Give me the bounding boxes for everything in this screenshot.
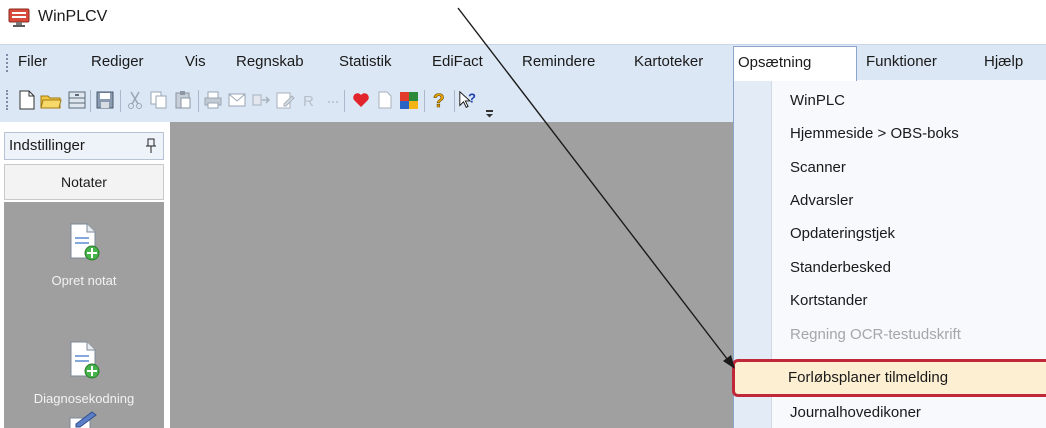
- cabinet-icon[interactable]: [66, 89, 88, 111]
- svg-text:R: R: [303, 93, 314, 110]
- menu-filer[interactable]: Filer: [18, 53, 47, 70]
- menu-item-hjemmeside-obs-boks[interactable]: Hjemmeside > OBS-boks: [790, 125, 959, 142]
- app-monitor-icon: [8, 8, 30, 27]
- diagnosekodning-button[interactable]: Diagnosekodning: [4, 340, 164, 406]
- menu-item-regning-ocr-testudskrift: Regning OCR-testudskrift: [790, 326, 961, 343]
- diagnosekodning-label: Diagnosekodning: [33, 391, 135, 406]
- toolbar-separator: [424, 90, 425, 112]
- help-icon[interactable]: ?: [428, 89, 450, 111]
- colored-book-icon[interactable]: [398, 89, 420, 111]
- toolbar-grip[interactable]: [6, 90, 9, 110]
- menu-kartoteker[interactable]: Kartoteker: [634, 53, 703, 70]
- toolbar-separator: [120, 90, 121, 112]
- menu-hjaelp[interactable]: Hjælp: [984, 53, 1023, 70]
- add-document-icon: [70, 341, 100, 379]
- tab-notater[interactable]: Notater: [4, 164, 164, 200]
- menu-regnskab[interactable]: Regnskab: [236, 53, 304, 70]
- dots-icon[interactable]: [322, 89, 344, 111]
- copy-icon[interactable]: [148, 89, 170, 111]
- menu-bar: Filer Rediger Vis Regnskab Statistik Edi…: [0, 44, 1046, 81]
- menu-item-advarsler[interactable]: Advarsler: [790, 192, 853, 209]
- toolbar-overflow-icon[interactable]: [486, 110, 494, 118]
- title-bar: WinPLCV: [0, 0, 1046, 36]
- add-document-icon: [70, 223, 100, 261]
- move-icon[interactable]: [250, 89, 272, 111]
- menu-item-forloebsplaner-label: Forløbsplaner tilmelding: [788, 369, 949, 386]
- menu-edifact[interactable]: EdiFact: [432, 53, 483, 70]
- menu-remindere[interactable]: Remindere: [522, 53, 595, 70]
- new-icon[interactable]: [16, 89, 38, 111]
- menubar-grip[interactable]: [6, 54, 9, 72]
- blank-doc-icon[interactable]: [374, 89, 396, 111]
- left-panel: Indstillinger Notater Opret notat Diagno…: [0, 122, 170, 428]
- toolbar-separator: [90, 90, 91, 112]
- menu-item-standerbesked[interactable]: Standerbesked: [790, 259, 891, 276]
- menu-statistik[interactable]: Statistik: [339, 53, 392, 70]
- pin-icon[interactable]: [145, 138, 157, 154]
- panel-header-title: Indstillinger: [9, 137, 85, 154]
- menu-item-scanner[interactable]: Scanner: [790, 159, 846, 176]
- menu-item-winplc[interactable]: WinPLC: [790, 92, 845, 109]
- menu-rediger[interactable]: Rediger: [91, 53, 144, 70]
- edit-icon[interactable]: [274, 89, 296, 111]
- menu-opsaetning-label: Opsætning: [738, 54, 812, 71]
- paste-icon[interactable]: [172, 89, 194, 111]
- opret-notat-button[interactable]: Opret notat: [4, 222, 164, 288]
- main-work-area: [170, 122, 737, 428]
- menu-item-kortstander[interactable]: Kortstander: [790, 292, 868, 309]
- mail-icon[interactable]: [226, 89, 248, 111]
- menu-item-forloebsplaner-tilmelding[interactable]: Forløbsplaner tilmelding: [732, 359, 1046, 397]
- print-icon[interactable]: [202, 89, 224, 111]
- open-folder-icon[interactable]: [40, 89, 62, 111]
- heart-icon[interactable]: [350, 89, 372, 111]
- panel-body: Opret notat Diagnosekodning: [4, 202, 164, 428]
- whats-this-icon[interactable]: ?: [458, 89, 480, 111]
- save-icon[interactable]: [94, 89, 116, 111]
- svg-text:?: ?: [433, 91, 445, 111]
- window-title: WinPLCV: [38, 8, 108, 25]
- opret-notat-label: Opret notat: [51, 273, 117, 288]
- toolbar-separator: [198, 90, 199, 112]
- toolbar-separator: [344, 90, 345, 112]
- panel-header: Indstillinger: [4, 132, 164, 160]
- edit-document-icon[interactable]: [66, 410, 100, 428]
- menu-item-opdateringstjek[interactable]: Opdateringstjek: [790, 225, 895, 242]
- cut-icon[interactable]: [124, 89, 146, 111]
- tab-notater-label: Notater: [61, 174, 107, 190]
- r-icon[interactable]: R: [298, 89, 320, 111]
- svg-text:?: ?: [468, 91, 476, 106]
- menu-funktioner[interactable]: Funktioner: [866, 53, 937, 70]
- menu-item-journalhovedikoner[interactable]: Journalhovedikoner: [790, 404, 921, 421]
- menu-vis[interactable]: Vis: [185, 53, 206, 70]
- toolbar-separator: [454, 90, 455, 112]
- menu-opsaetning[interactable]: Opsætning: [733, 46, 857, 81]
